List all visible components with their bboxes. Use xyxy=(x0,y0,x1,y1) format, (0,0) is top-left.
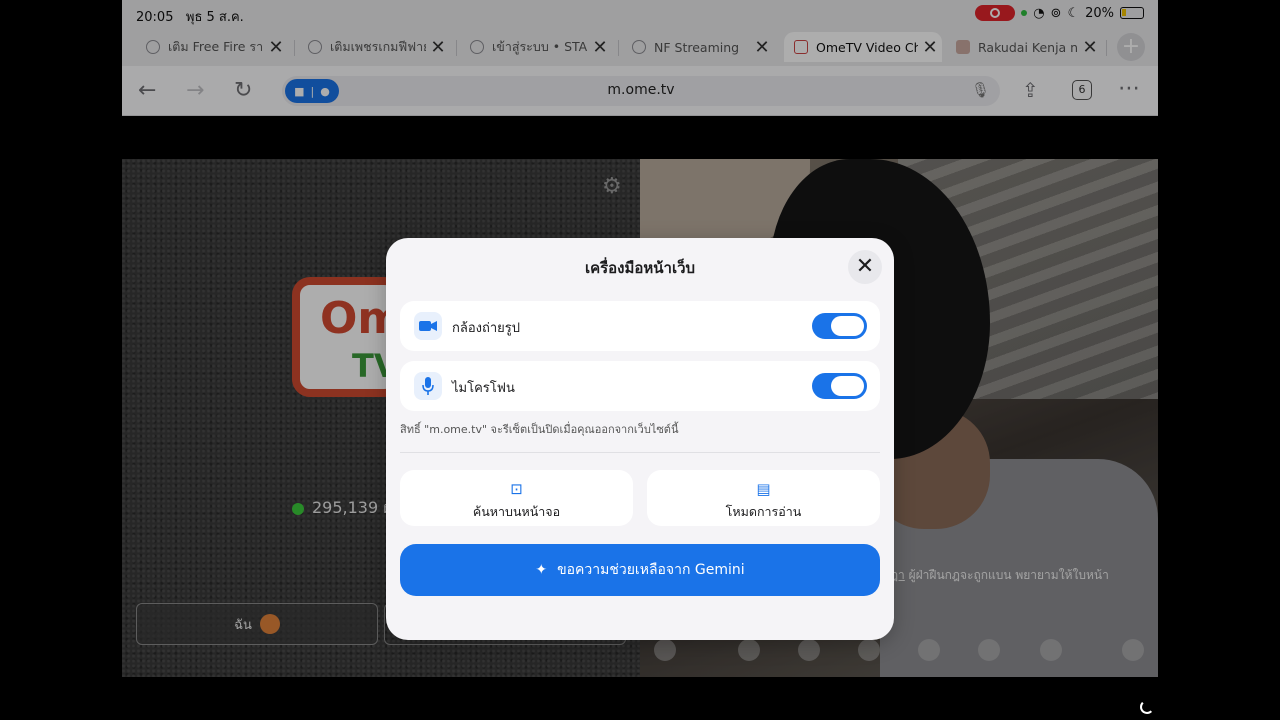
camera-toggle[interactable] xyxy=(812,313,867,339)
camera-icon xyxy=(414,312,442,340)
sparkle-icon: ✦ xyxy=(535,562,548,578)
reader-mode-button[interactable]: ▤ โหมดการอ่าน xyxy=(647,470,880,526)
close-sheet-button[interactable]: ✕ xyxy=(848,250,882,284)
loading-spinner-icon xyxy=(1140,700,1154,714)
permission-note: สิทธิ์ "m.ome.tv" จะรีเซ็ตเป็นปิดเมื่อคุ… xyxy=(400,423,679,436)
search-screen-button[interactable]: ⊡ ค้นหาบนหน้าจอ xyxy=(400,470,633,526)
reader-mode-icon: ▤ xyxy=(756,480,771,498)
camera-permission-row: กล้องถ่ายรูป xyxy=(400,301,880,351)
microphone-permission-row: ไมโครโฟน xyxy=(400,361,880,411)
divider xyxy=(400,452,880,453)
sheet-title: เครื่องมือหน้าเว็บ xyxy=(584,259,696,277)
microphone-toggle[interactable] xyxy=(812,373,867,399)
page-tools-sheet: เครื่องมือหน้าเว็บ ✕ กล้องถ่ายรูป ไมโครโ… xyxy=(386,238,894,640)
gemini-help-button[interactable]: ✦ ขอความช่วยเหลือจาก Gemini xyxy=(400,544,880,596)
lens-search-icon: ⊡ xyxy=(510,480,523,498)
microphone-icon xyxy=(414,372,442,400)
